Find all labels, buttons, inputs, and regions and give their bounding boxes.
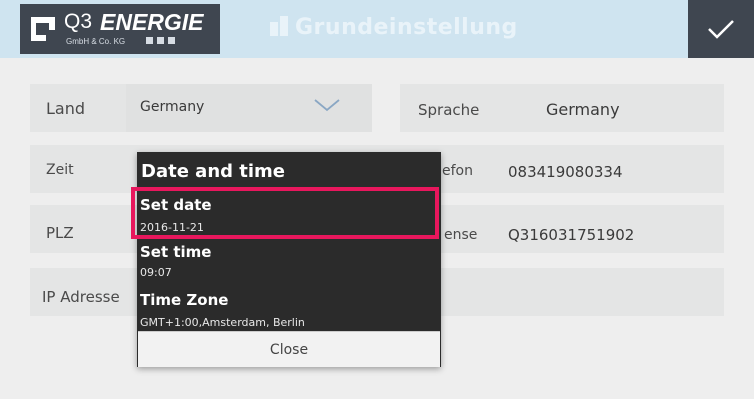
logo-subline: GmbH & Co. KG xyxy=(66,37,126,46)
set-date-item[interactable]: Set date 2016-11-21 xyxy=(137,192,441,240)
checkmark-icon xyxy=(708,20,734,39)
date-time-dialog: Date and time Set date 2016-11-21 Set ti… xyxy=(137,152,441,367)
set-date-value: 2016-11-21 xyxy=(140,221,204,234)
settings-screen: Q3 ENERGIE GmbH & Co. KG Grundeinstellun… xyxy=(0,0,754,399)
company-logo: Q3 ENERGIE GmbH & Co. KG xyxy=(20,4,220,54)
logo-q3-text: Q3 xyxy=(64,10,93,33)
set-time-value: 09:07 xyxy=(140,266,172,279)
logo-squares xyxy=(146,37,175,44)
dialog-title: Date and time xyxy=(141,161,286,182)
set-date-title: Set date xyxy=(140,196,212,214)
zeit-label: Zeit xyxy=(46,162,74,178)
header-bar: Q3 ENERGIE GmbH & Co. KG Grundeinstellun… xyxy=(0,0,754,58)
set-time-item[interactable]: Set time 09:07 xyxy=(137,242,441,288)
plz-label: PLZ xyxy=(46,224,74,242)
time-zone-value: GMT+1:00,Amsterdam, Berlin xyxy=(140,316,305,329)
page-title: Grundeinstellung xyxy=(295,15,518,40)
confirm-button[interactable] xyxy=(688,0,754,58)
logo-mark-icon xyxy=(31,17,55,41)
lizenz-value: Q316031751902 xyxy=(508,226,635,244)
telefon-value: 083419080334 xyxy=(508,163,623,181)
lizenz-label: ense xyxy=(444,227,478,243)
land-label: Land xyxy=(46,99,86,118)
ip-label: IP Adresse xyxy=(42,288,120,306)
logo-energie-text: ENERGIE xyxy=(100,9,204,35)
sprache-value: Germany xyxy=(546,100,620,119)
land-value: Germany xyxy=(140,99,205,115)
settings-header-icon xyxy=(270,16,288,36)
telefon-label: efon xyxy=(442,163,473,179)
time-zone-item[interactable]: Time Zone GMT+1:00,Amsterdam, Berlin xyxy=(137,290,441,330)
set-time-title: Set time xyxy=(140,243,212,261)
chevron-down-icon[interactable] xyxy=(312,96,342,114)
close-button[interactable]: Close xyxy=(138,331,440,367)
sprache-label: Sprache xyxy=(418,101,480,119)
time-zone-title: Time Zone xyxy=(140,291,229,309)
